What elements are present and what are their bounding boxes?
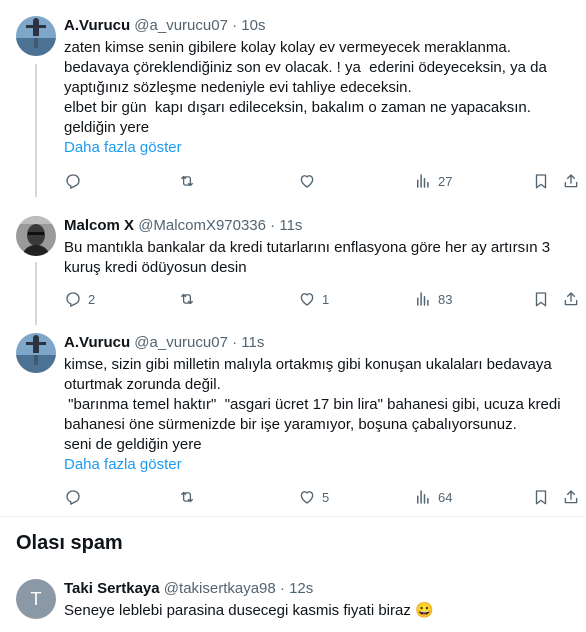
- reply-count: 2: [88, 291, 96, 307]
- tweet-line: geldiğin yere: [64, 119, 150, 136]
- tweet[interactable]: A.Vurucu @a_vurucu07 · 10s zaten kimse s…: [0, 12, 586, 195]
- views-count: 27: [438, 173, 453, 189]
- separator: ·: [279, 580, 285, 597]
- retweet-icon: [181, 175, 193, 187]
- tweet-header: Malcom X @MalcomX970336 · 11s: [64, 216, 302, 236]
- like-icon: [300, 175, 314, 188]
- share-button[interactable]: [562, 289, 580, 309]
- tweet-text: zaten kimse senin gibilere kolay kolay e…: [64, 38, 570, 138]
- section-title: Olası spam: [16, 532, 123, 554]
- tweet-line: kuruş kredi ödüyosun desin: [64, 259, 247, 276]
- bookmark-icon: [535, 292, 547, 307]
- retweet-button[interactable]: [178, 171, 202, 191]
- bookmark-icon: [535, 174, 547, 189]
- tweet-line: bedavaya çöreklendiğiniz son ev olacak. …: [64, 59, 547, 76]
- reply-button[interactable]: [64, 171, 88, 191]
- reply-icon: [66, 490, 80, 505]
- reply-icon: [66, 174, 80, 189]
- separator: ·: [270, 217, 276, 234]
- share-icon: [564, 292, 578, 306]
- like-button[interactable]: 5: [298, 487, 329, 507]
- tweet-line: yaptığınız sözleşme nedeniyle evi tahliy…: [64, 79, 412, 96]
- tweet-text: Bu mantıkla bankalar da kredi tutarların…: [64, 238, 570, 278]
- tweet-line: zaten kimse senin gibilere kolay kolay e…: [64, 39, 511, 56]
- bookmark-icon: [535, 490, 547, 505]
- display-name[interactable]: A.Vurucu: [64, 17, 130, 34]
- bookmark-button[interactable]: [532, 171, 550, 191]
- reply-icon: [66, 292, 80, 307]
- avatar[interactable]: T: [16, 579, 56, 619]
- retweet-button[interactable]: [178, 487, 202, 507]
- display-name[interactable]: A.Vurucu: [64, 334, 130, 351]
- display-name[interactable]: Taki Sertkaya: [64, 580, 160, 597]
- views-button[interactable]: 64: [414, 487, 452, 507]
- views-icon: [417, 292, 429, 306]
- views-icon: [417, 174, 429, 188]
- tweet-actions: 27: [64, 171, 586, 191]
- handle[interactable]: @MalcomX970336: [138, 217, 266, 234]
- tweet-header: A.Vurucu @a_vurucu07 · 11s: [64, 333, 264, 353]
- views-count: 64: [438, 489, 453, 505]
- tweet-line: kimse, sizin gibi milletin malıyla ortak…: [64, 356, 552, 373]
- like-icon: [300, 293, 314, 306]
- reply-button[interactable]: [64, 487, 88, 507]
- separator: ·: [232, 17, 238, 34]
- tweet-line: elbet bir gün kapı dışarı edileceksin, b…: [64, 99, 531, 116]
- timestamp[interactable]: 11s: [279, 217, 302, 234]
- tweet[interactable]: Malcom X @MalcomX970336 · 11s Bu mantıkl…: [0, 212, 586, 312]
- views-count: 83: [438, 291, 453, 307]
- retweet-button[interactable]: [178, 289, 202, 309]
- smile-emoji-icon: 😀: [415, 602, 434, 619]
- views-button[interactable]: 83: [414, 289, 452, 309]
- avatar-letter: T: [30, 588, 42, 609]
- reply-button[interactable]: 2: [64, 289, 95, 309]
- display-name[interactable]: Malcom X: [64, 217, 134, 234]
- share-button[interactable]: [562, 171, 580, 191]
- tweet-line: "barınma temel haktır" "asgari ücret 17 …: [64, 396, 561, 413]
- tweet-line: bahanesi öne sürmenizde bir işe yaramıyo…: [64, 416, 517, 433]
- like-button[interactable]: 1: [298, 289, 329, 309]
- avatar[interactable]: [16, 216, 56, 256]
- like-button[interactable]: [298, 171, 322, 191]
- tweet[interactable]: A.Vurucu @a_vurucu07 · 11s kimse, sizin …: [0, 329, 586, 512]
- like-count: 5: [322, 489, 330, 505]
- tweet-line: Seneye leblebi parasina dusecegi kasmis …: [64, 602, 411, 619]
- like-count: 1: [322, 291, 330, 307]
- timestamp[interactable]: 12s: [289, 580, 313, 597]
- tweet-actions: 5 64: [64, 487, 586, 507]
- spam-tweet[interactable]: T Taki Sertkaya @takisertkaya98 · 12s Se…: [0, 575, 586, 632]
- retweet-icon: [181, 491, 193, 503]
- tweet-line: Bu mantıkla bankalar da kredi tutarların…: [64, 239, 551, 256]
- timestamp[interactable]: 11s: [241, 334, 264, 351]
- timestamp[interactable]: 10s: [241, 17, 265, 34]
- handle[interactable]: @takisertkaya98: [164, 580, 276, 597]
- avatar[interactable]: [16, 16, 56, 56]
- section-divider: [0, 516, 586, 517]
- bookmark-button[interactable]: [532, 487, 550, 507]
- views-icon: [417, 490, 429, 504]
- handle[interactable]: @a_vurucu07: [134, 17, 228, 34]
- share-button[interactable]: [562, 487, 580, 507]
- views-button[interactable]: 27: [414, 171, 452, 191]
- avatar[interactable]: [16, 333, 56, 373]
- tweet-actions: 2 1 83: [64, 289, 586, 309]
- handle[interactable]: @a_vurucu07: [134, 334, 228, 351]
- tweet-line: seni de geldiğin yere: [64, 436, 202, 453]
- retweet-icon: [181, 293, 193, 305]
- share-icon: [564, 174, 578, 188]
- share-icon: [564, 490, 578, 504]
- bookmark-button[interactable]: [532, 289, 550, 309]
- separator: ·: [232, 334, 238, 351]
- show-more-link[interactable]: Daha fazla göster: [64, 455, 182, 475]
- tweet-text: kimse, sizin gibi milletin malıyla ortak…: [64, 355, 570, 455]
- tweet-header: A.Vurucu @a_vurucu07 · 10s: [64, 16, 265, 36]
- tweet-text: Seneye leblebi parasina dusecegi kasmis …: [64, 601, 570, 621]
- like-icon: [300, 491, 314, 504]
- tweet-header: Taki Sertkaya @takisertkaya98 · 12s: [64, 579, 313, 599]
- show-more-link[interactable]: Daha fazla göster: [64, 138, 182, 158]
- tweet-line: oturtmak zorunda değil.: [64, 376, 221, 393]
